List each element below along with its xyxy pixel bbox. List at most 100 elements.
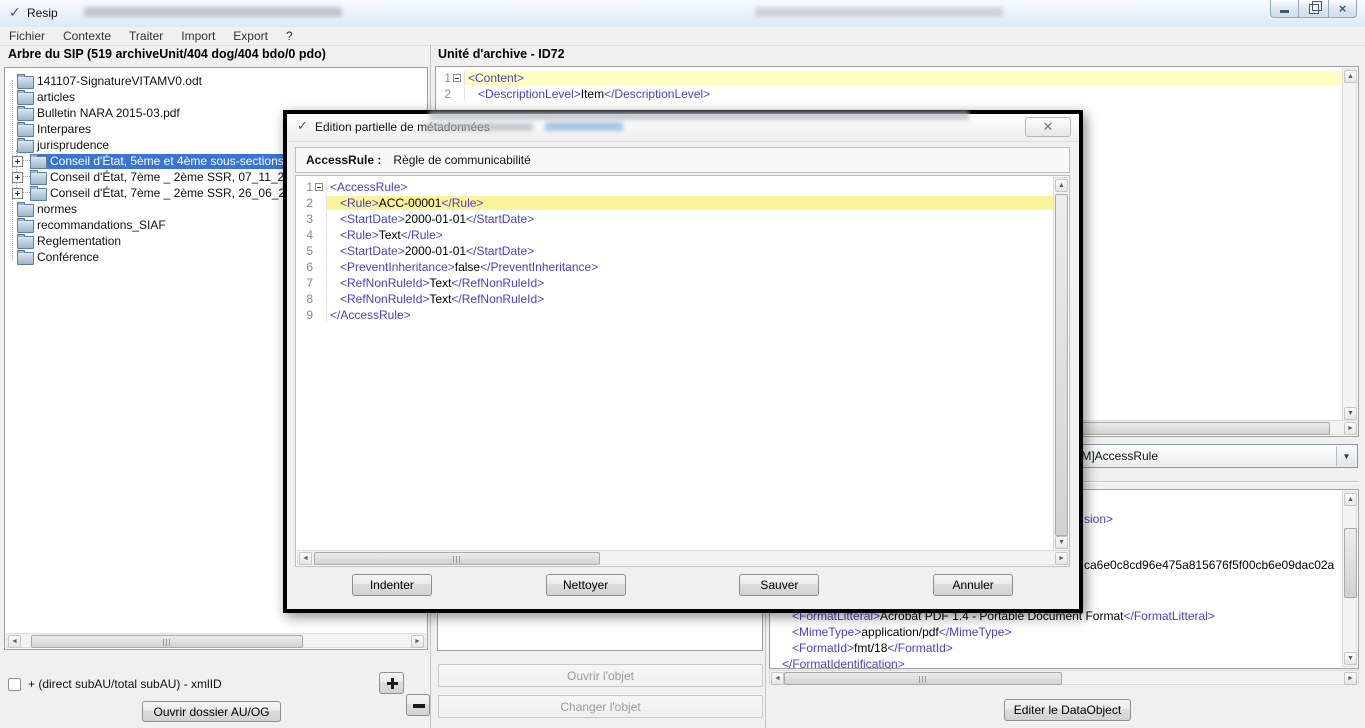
tree-item-label: Bulletin NARA 2015-03.pdf <box>34 106 183 120</box>
menu-bar: FichierContexteTraiterImportExport? <box>0 27 1365 46</box>
redacted-highlight <box>545 122 623 131</box>
tree-options-row: + (direct subAU/total subAU) - xmlID <box>8 677 222 691</box>
scroll-up-icon[interactable]: ▲ <box>1344 70 1357 83</box>
expand-icon[interactable] <box>12 172 23 183</box>
metadata-selector-value: [M]AccessRule <box>1078 449 1158 463</box>
clean-button[interactable]: Nettoyer <box>546 574 626 596</box>
fold-icon[interactable] <box>453 74 461 82</box>
scroll-thumb[interactable] <box>31 635 303 648</box>
au-vscrollbar[interactable]: ▲ ▼ <box>1342 68 1357 422</box>
scroll-up-icon[interactable]: ▲ <box>1344 493 1357 506</box>
tree-hscrollbar[interactable]: ◄ ► <box>6 633 426 648</box>
folder-icon <box>30 156 47 169</box>
close-button[interactable]: × <box>1328 0 1357 18</box>
scroll-thumb[interactable] <box>784 672 1062 685</box>
dialog-hscrollbar[interactable]: ◄ ► <box>297 550 1070 565</box>
expand-icon[interactable] <box>12 188 23 199</box>
app-logo-icon: ✓ <box>297 118 308 134</box>
scroll-down-icon[interactable]: ▼ <box>1344 652 1357 665</box>
xml-line: <MimeType>application/pdf</MimeType> <box>782 624 1340 640</box>
xml-fragment: sion> <box>1084 512 1113 526</box>
window-titlebar: ✓ Resip × <box>0 0 1365 28</box>
xml-line: <FormatId>fmt/18</FormatId> <box>782 640 1340 656</box>
folder-icon <box>17 252 34 265</box>
open-au-og-folder-button[interactable]: Ouvrir dossier AU/OG <box>142 701 281 722</box>
archive-unit-header: Unité d'archive - ID72 <box>438 47 565 61</box>
scroll-right-icon[interactable]: ► <box>1055 552 1068 565</box>
scroll-thumb[interactable] <box>1055 194 1068 536</box>
scroll-right-icon[interactable]: ► <box>411 635 424 648</box>
menu-item-fichier[interactable]: Fichier <box>0 29 54 43</box>
scroll-right-icon[interactable]: ► <box>1344 672 1357 685</box>
save-button[interactable]: Sauver <box>739 574 819 596</box>
code-line: 4<Rule>Text</Rule> <box>297 227 1053 243</box>
change-object-button[interactable]: Changer l'objet <box>438 695 763 718</box>
dialog-vscrollbar[interactable]: ▲ ▼ <box>1053 177 1068 551</box>
scroll-left-icon[interactable]: ◄ <box>299 552 312 565</box>
tree-item-label: articles <box>34 90 78 104</box>
fold-icon[interactable] <box>315 183 323 191</box>
collapse-all-button[interactable] <box>406 694 430 716</box>
do-hscrollbar[interactable]: ◄ ► <box>769 670 1359 685</box>
open-object-button[interactable]: Ouvrir l'objet <box>438 664 763 687</box>
dialog-code-editor[interactable]: 1<AccessRule>2<Rule>ACC-00001</Rule>3<St… <box>295 175 1070 567</box>
tree-item[interactable]: articles <box>6 89 426 105</box>
indent-button[interactable]: Indenter <box>352 574 432 596</box>
scroll-thumb[interactable] <box>1344 528 1357 598</box>
code-line: 7<RefNonRuleId>Text</RefNonRuleId> <box>297 275 1053 291</box>
tree-item-label: Conférence <box>34 250 102 264</box>
code-line: 6<PreventInheritance>false</PreventInher… <box>297 259 1053 275</box>
minimize-button[interactable] <box>1270 0 1299 18</box>
scroll-left-icon[interactable]: ◄ <box>8 635 21 648</box>
dataobject-xml-lines: <FormatLitteral>Acrobat PDF 1.4 - Portab… <box>782 608 1340 669</box>
redacted-text <box>755 7 1003 17</box>
app-logo-icon: ✓ <box>9 4 21 21</box>
folder-icon <box>17 76 34 89</box>
window-controls: × <box>1270 0 1357 18</box>
folder-icon <box>17 220 34 233</box>
folder-icon <box>17 236 34 249</box>
scroll-thumb[interactable] <box>314 552 600 565</box>
scroll-right-icon[interactable]: ► <box>1344 422 1357 435</box>
dialog-close-button[interactable]: ✕ <box>1025 117 1071 137</box>
code-line: 1<AccessRule> <box>297 179 1053 195</box>
folder-icon <box>17 124 34 137</box>
dialog-titlebar: ✓ Edition partielle de métadonnées ✕ <box>287 114 1079 142</box>
archive-unit-code: 1<Content>2<DescriptionLevel>Item</Descr… <box>437 70 1343 102</box>
restore-button[interactable] <box>1299 0 1328 18</box>
folder-icon <box>17 204 34 217</box>
code-line: 2<Rule>ACC-00001</Rule> <box>297 195 1053 211</box>
xmlid-checkbox-label: + (direct subAU/total subAU) - xmlID <box>28 677 222 691</box>
menu-item-import[interactable]: Import <box>172 29 224 43</box>
xmlid-checkbox[interactable] <box>8 678 21 691</box>
field-description: Règle de communicabilité <box>393 153 530 167</box>
menu-item-?[interactable]: ? <box>277 29 302 43</box>
expand-all-button[interactable] <box>379 672 404 694</box>
tree-item[interactable]: 141107-SignatureVITAMV0.odt <box>6 73 426 89</box>
scroll-up-icon[interactable]: ▲ <box>1055 179 1068 192</box>
folder-icon <box>30 172 47 185</box>
tree-item-label: Conseil d'État, 5ème et 4ème sous-sectio… <box>47 154 314 168</box>
menu-item-contexte[interactable]: Contexte <box>54 29 120 43</box>
folder-icon <box>17 108 34 121</box>
dialog-field-header: AccessRule : Règle de communicabilité <box>295 147 1070 173</box>
field-name-label: AccessRule : <box>306 153 381 167</box>
tree-item-label: Reglementation <box>34 234 124 248</box>
code-line: 8<RefNonRuleId>Text</RefNonRuleId> <box>297 291 1053 307</box>
do-vscrollbar[interactable]: ▲ ▼ <box>1342 491 1357 667</box>
scroll-down-icon[interactable]: ▼ <box>1055 536 1068 549</box>
menu-item-export[interactable]: Export <box>224 29 277 43</box>
code-line: 5<StartDate>2000-01-01</StartDate> <box>297 243 1053 259</box>
tree-item-label: Conseil d'État, 7ème _ 2ème SSR, 07_11_2… <box>47 170 311 184</box>
tree-item-label: Conseil d'État, 7ème _ 2ème SSR, 26_06_2… <box>47 186 311 200</box>
scroll-left-icon[interactable]: ◄ <box>771 672 784 685</box>
scroll-down-icon[interactable]: ▼ <box>1344 407 1357 420</box>
tree-item-label: recommandations_SIAF <box>34 218 169 232</box>
cancel-button[interactable]: Annuler <box>933 574 1013 596</box>
chevron-down-icon[interactable]: ▼ <box>1336 446 1356 466</box>
menu-item-traiter[interactable]: Traiter <box>120 29 172 43</box>
edit-dataobject-button[interactable]: Editer le DataObject <box>1004 699 1131 721</box>
resip-window: ✓ Resip × FichierContexteTraiterImportEx… <box>0 0 1365 728</box>
expand-icon[interactable] <box>12 156 23 167</box>
dialog-code-lines: 1<AccessRule>2<Rule>ACC-00001</Rule>3<St… <box>297 179 1053 323</box>
